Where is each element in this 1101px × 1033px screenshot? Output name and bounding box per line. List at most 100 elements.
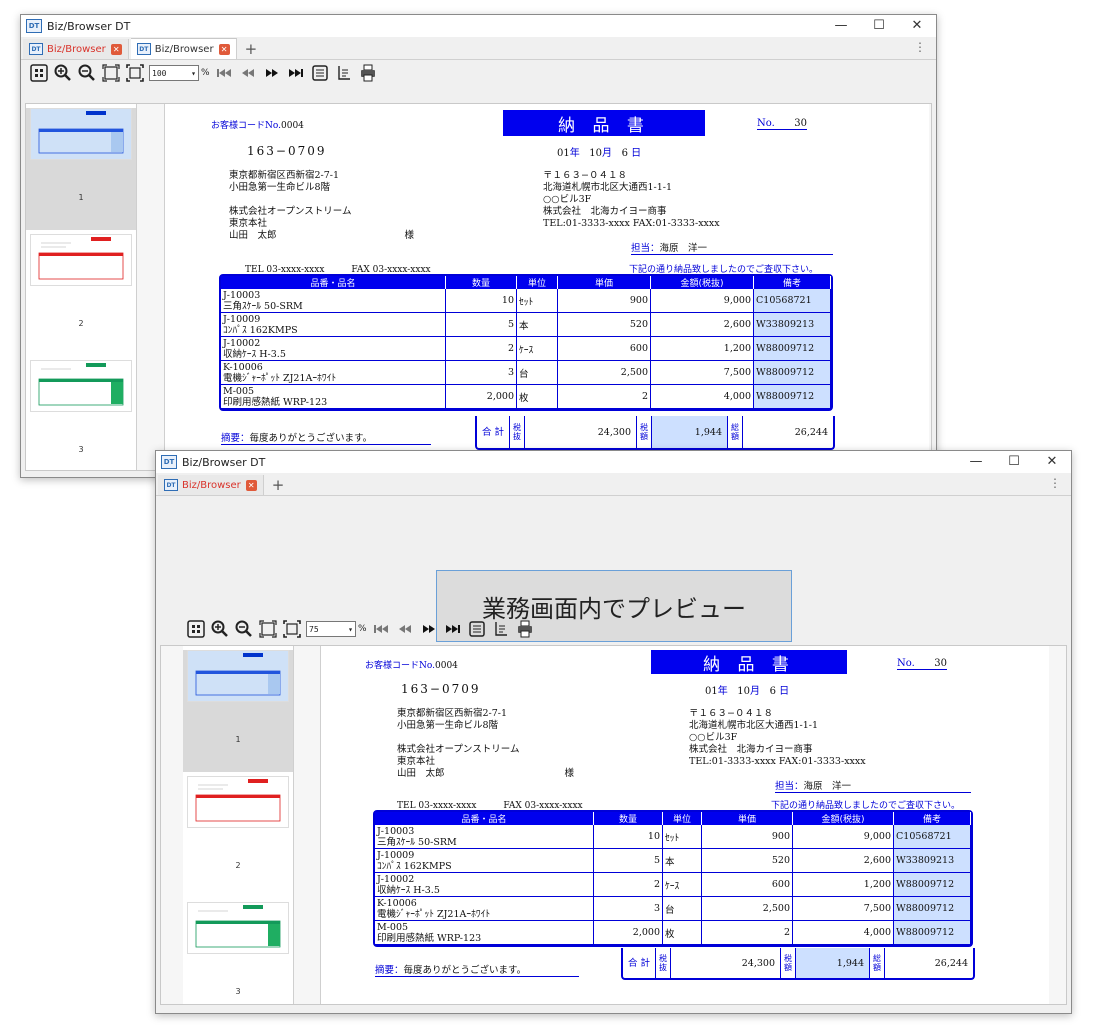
col-header: 品番・品名 bbox=[375, 812, 594, 825]
zoom-in-icon[interactable] bbox=[53, 63, 73, 83]
item-name: 印刷用感熱紙 WRP-123 bbox=[223, 397, 328, 408]
first-page-icon[interactable] bbox=[214, 63, 234, 83]
table-row: J-10003 三角ｽｹｰﾙ 50-SRM 10 ｾｯﾄ 900 9,000 C105687… bbox=[375, 825, 971, 849]
unit-cell: 枚 bbox=[663, 921, 702, 945]
col-header: 金額(税抜) bbox=[651, 276, 754, 289]
preview-page[interactable]: お客様コードNo.0004 納 品 書 No. 30 163−0709 01年 1… bbox=[164, 104, 929, 470]
fit-page-icon[interactable] bbox=[101, 63, 121, 83]
page-list-icon[interactable] bbox=[310, 63, 330, 83]
tab-biz-browser-1[interactable]: DT Biz/Browser ✕ bbox=[23, 39, 129, 59]
fit-width-icon[interactable] bbox=[282, 619, 302, 639]
table-row: J-10009 ｺﾝﾊﾟｽ 162KMPS 5 本 520 2,600 W33809213 bbox=[221, 313, 831, 337]
thumbnail-pane[interactable]: 1 2 3 bbox=[26, 104, 137, 470]
recipient-line: 株式会社オープンストリーム bbox=[397, 744, 520, 755]
page-setup-icon[interactable] bbox=[491, 619, 511, 639]
zoom-in-icon[interactable] bbox=[210, 619, 230, 639]
next-page-icon[interactable] bbox=[262, 63, 282, 83]
recipient-line: 東京本社 bbox=[229, 218, 268, 229]
thumbnail-image bbox=[187, 650, 289, 702]
thumbnail-image bbox=[187, 776, 289, 828]
thumbnail-page-1[interactable]: 1 bbox=[26, 108, 136, 230]
next-page-icon[interactable] bbox=[419, 619, 439, 639]
date-year-unit: 年 bbox=[569, 148, 580, 159]
thumbnail-page-1[interactable]: 1 bbox=[183, 650, 293, 772]
recipient-name: 山田 太郎 bbox=[229, 230, 277, 241]
sender-line: 〒１６３−０４１８ bbox=[543, 170, 627, 181]
page-list-icon[interactable] bbox=[467, 619, 487, 639]
fit-page-icon[interactable] bbox=[258, 619, 278, 639]
memo-label: 摘要： bbox=[221, 433, 250, 444]
minimize-button[interactable]: — bbox=[957, 451, 995, 473]
date-month: 10 bbox=[737, 686, 751, 697]
last-page-icon[interactable] bbox=[443, 619, 463, 639]
sender-line: 北海道札幌市北区大通西1-1-1 bbox=[689, 720, 819, 731]
close-button[interactable]: ✕ bbox=[898, 15, 936, 37]
qty-cell: 2 bbox=[446, 337, 517, 361]
prev-page-icon[interactable] bbox=[395, 619, 415, 639]
close-button[interactable]: ✕ bbox=[1033, 451, 1071, 473]
zoom-select[interactable]: 75 ▾ bbox=[306, 621, 356, 637]
price-cell: 520 bbox=[702, 849, 793, 873]
subtotal: 24,300 bbox=[671, 948, 781, 978]
maximize-button[interactable]: ☐ bbox=[860, 15, 898, 37]
new-tab-button[interactable]: + bbox=[272, 475, 285, 495]
zoom-out-icon[interactable] bbox=[234, 619, 254, 639]
last-page-icon[interactable] bbox=[286, 63, 306, 83]
tanto-name: 海原 洋一 bbox=[803, 781, 852, 792]
maximize-button[interactable]: ☐ bbox=[995, 451, 1033, 473]
thumbnail-toggle-icon[interactable] bbox=[186, 619, 206, 639]
customer-code: お客様コードNo.0004 bbox=[365, 658, 458, 671]
invoice-number: No. 30 bbox=[757, 118, 807, 130]
dt-icon: DT bbox=[29, 43, 43, 55]
customer-code: お客様コードNo.0004 bbox=[211, 118, 304, 131]
tab-close-icon[interactable]: ✕ bbox=[110, 43, 122, 55]
browser-window-back: DT Biz/Browser DT — ☐ ✕ DT Biz/Browser ✕… bbox=[20, 14, 937, 478]
thumbnail-page-3[interactable]: 3 bbox=[26, 360, 136, 477]
zoom-select[interactable]: 100 ▾ bbox=[149, 65, 199, 81]
prev-page-icon[interactable] bbox=[238, 63, 258, 83]
new-tab-button[interactable]: + bbox=[245, 39, 258, 59]
unit-cell: 台 bbox=[663, 897, 702, 921]
qty-cell: 3 bbox=[446, 361, 517, 385]
preview-area[interactable]: 1 2 3 お客様コードNo.0004 納 品 書 No. 30 163−0709… bbox=[25, 103, 932, 471]
thumbnail-toggle-icon[interactable] bbox=[29, 63, 49, 83]
qty-cell: 10 bbox=[594, 825, 663, 849]
invoice-title: 納 品 書 bbox=[651, 650, 847, 675]
more-menu-icon[interactable]: ⋮ bbox=[914, 40, 926, 54]
printer-icon[interactable] bbox=[515, 619, 535, 639]
thumbnail-page-2[interactable]: 2 bbox=[183, 776, 293, 898]
more-menu-icon[interactable]: ⋮ bbox=[1049, 476, 1061, 490]
tab-close-icon[interactable]: ✕ bbox=[218, 43, 230, 55]
date-day-unit: 日 bbox=[631, 148, 642, 159]
preview-area[interactable]: 1 2 3 お客様コードNo.0004 納 品 書 No. 30 163−0709… bbox=[160, 645, 1067, 1005]
thumbnail-pane[interactable]: 1 2 3 bbox=[183, 646, 294, 1004]
memo-cell: W88009712 bbox=[754, 385, 831, 409]
page-setup-icon[interactable] bbox=[334, 63, 354, 83]
grand-total: 26,244 bbox=[794, 426, 828, 438]
item-code: J-10003 bbox=[223, 290, 261, 301]
zoom-out-icon[interactable] bbox=[77, 63, 97, 83]
sender-address: 〒１６３−０４１８ 北海道札幌市北区大通西1-1-1 ○○ビル3F 株式会社 北… bbox=[543, 170, 720, 230]
table-row: J-10002 収納ｹｰｽ H-3.5 2 ｹｰｽ 600 1,200 W88009712 bbox=[375, 873, 971, 897]
grand-total: 26,244 bbox=[934, 957, 968, 969]
col-header: 備考 bbox=[754, 276, 831, 289]
tab-close-icon[interactable]: ✕ bbox=[245, 479, 257, 491]
first-page-icon[interactable] bbox=[371, 619, 391, 639]
honorific: 様 bbox=[564, 768, 575, 779]
tab-bar: DT Biz/Browser ✕ DT Biz/Browser ✕ + ⋮ bbox=[21, 37, 936, 60]
fit-width-icon[interactable] bbox=[125, 63, 145, 83]
title-bar[interactable]: DT Biz/Browser DT — ☐ ✕ bbox=[21, 15, 936, 37]
tab-biz-browser[interactable]: DT Biz/Browser ✕ bbox=[158, 475, 264, 495]
memo-cell: W33809213 bbox=[754, 313, 831, 337]
chevron-down-icon: ▾ bbox=[348, 624, 353, 634]
tab-biz-browser-2[interactable]: DT Biz/Browser ✕ bbox=[130, 38, 237, 59]
preview-page[interactable]: お客様コードNo.0004 納 品 書 No. 30 163−0709 01年 1… bbox=[320, 646, 1049, 1004]
minimize-button[interactable]: — bbox=[822, 15, 860, 37]
title-bar[interactable]: DT Biz/Browser DT — ☐ ✕ bbox=[156, 451, 1071, 473]
item-code: J-10002 bbox=[223, 338, 261, 349]
thumbnail-page-2[interactable]: 2 bbox=[26, 234, 136, 356]
memo-cell: W88009712 bbox=[754, 337, 831, 361]
recipient-name: 山田 太郎 bbox=[397, 768, 445, 779]
thumbnail-page-3[interactable]: 3 bbox=[183, 902, 293, 1013]
printer-icon[interactable] bbox=[358, 63, 378, 83]
